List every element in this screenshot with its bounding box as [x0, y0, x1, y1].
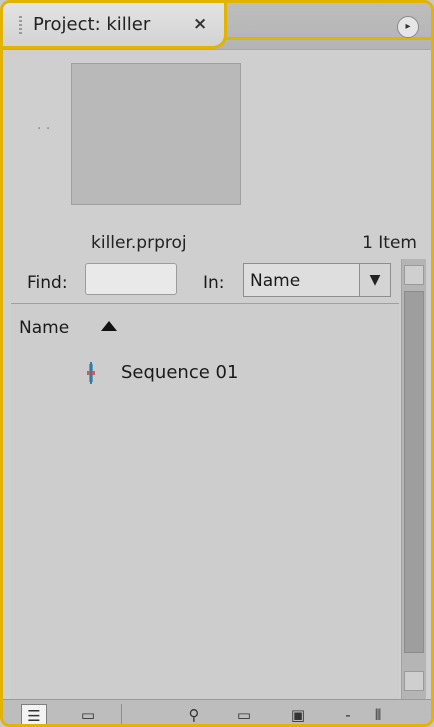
- panel-tab-bar: Project: killer × ▸: [3, 3, 431, 50]
- item-count: 1 Item: [362, 233, 417, 253]
- icon-view-button[interactable]: ▭: [75, 704, 101, 724]
- sort-ascending-icon[interactable]: [101, 321, 117, 331]
- list-item[interactable]: Sequence 01: [73, 358, 333, 386]
- tab-underline: [224, 37, 431, 40]
- project-item-list[interactable]: Name Sequence 01: [11, 303, 399, 700]
- preview-thumbnail: [71, 63, 241, 205]
- list-view-extra-icon: [51, 704, 77, 724]
- find-input[interactable]: [85, 263, 177, 295]
- project-file-name: killer.prproj: [91, 233, 187, 253]
- toggle-button[interactable]: ⦀: [365, 704, 391, 724]
- find-label: Find:: [27, 273, 68, 293]
- close-icon[interactable]: ×: [193, 14, 207, 34]
- new-item-button[interactable]: ▣: [285, 704, 311, 724]
- new-bin-button[interactable]: ▭: [231, 704, 257, 724]
- grip-icon[interactable]: [19, 16, 22, 36]
- preview-grip-icon: · ·: [37, 121, 51, 137]
- in-select[interactable]: Name ▼: [243, 263, 391, 297]
- vertical-scrollbar[interactable]: [401, 259, 426, 699]
- scroll-up-button[interactable]: [404, 265, 424, 285]
- tab-title: Project: killer: [33, 14, 151, 35]
- column-header-name[interactable]: Name: [19, 318, 69, 338]
- panel-menu-button[interactable]: ▸: [397, 16, 419, 38]
- list-item-label: Sequence 01: [121, 362, 239, 383]
- list-view-button[interactable]: ☰: [21, 704, 47, 724]
- tab-project[interactable]: Project: killer ×: [3, 3, 227, 49]
- automate-to-sequence-button[interactable]: ⚲: [181, 704, 207, 724]
- scroll-thumb[interactable]: [404, 291, 424, 653]
- toolbar-separator: [121, 704, 122, 724]
- clear-button[interactable]: -: [335, 704, 361, 724]
- in-select-value: Name: [250, 271, 301, 291]
- project-panel: Project: killer × ▸ · · killer.prproj 1 …: [0, 0, 434, 727]
- in-label: In:: [203, 273, 225, 293]
- bottom-toolbar: ☰ ▭ ⚲ ▭ ▣ - ⦀: [3, 699, 431, 724]
- dropdown-arrow-icon[interactable]: ▼: [359, 264, 390, 296]
- sequence-icon: [87, 362, 95, 384]
- scroll-down-button[interactable]: [404, 671, 424, 691]
